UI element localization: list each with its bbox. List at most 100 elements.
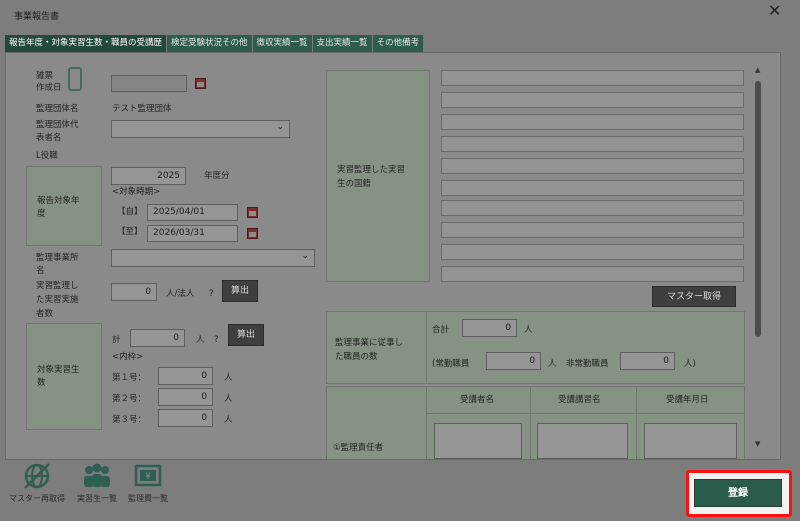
nationality-field[interactable] — [441, 244, 744, 260]
globe-icon — [24, 463, 50, 489]
total-label: 計 — [112, 335, 121, 345]
fulltime-input[interactable]: 0 — [486, 352, 541, 370]
calc-impl-button[interactable]: 算出 — [222, 280, 258, 302]
calendar-icon[interactable] — [247, 207, 258, 218]
impl-label: 実習監理し た実習実施 者数 — [36, 281, 79, 319]
col-date: 受講年月日 — [666, 395, 709, 405]
staff-label: 監理事業に従事し た職員の数 — [335, 338, 404, 362]
calendar-icon[interactable] — [247, 228, 258, 239]
divider — [426, 413, 745, 414]
no2-label: 第２号： — [112, 394, 147, 404]
no3-label: 第３号： — [112, 415, 147, 425]
help-icon[interactable]: ? — [214, 335, 219, 346]
rep-select[interactable]: ⌄ — [111, 120, 290, 138]
nationality-field[interactable] — [441, 158, 744, 174]
divider — [426, 311, 427, 384]
nationality-field[interactable] — [441, 92, 744, 108]
trainee-list-label: 実習生一覧 — [77, 494, 117, 503]
tab-expenses[interactable]: 支出実績一覧 — [312, 35, 372, 52]
person-unit: 人 — [524, 325, 533, 335]
tab-exam-status[interactable]: 検定受験状況その他 — [167, 35, 252, 52]
no2-input[interactable]: 0 — [158, 388, 213, 406]
nationality-field[interactable] — [441, 114, 744, 130]
person-unit: 人 — [548, 359, 557, 369]
doc-date-label: 雑票 作成日 — [36, 71, 62, 93]
people-icon — [84, 463, 110, 487]
impl-input[interactable]: 0 — [111, 283, 157, 301]
scroll-up-icon[interactable]: ▲ — [755, 66, 760, 74]
nationality-field[interactable] — [441, 266, 744, 282]
sum-input[interactable]: 0 — [462, 319, 517, 337]
close-icon[interactable]: ✕ — [768, 2, 781, 20]
scrollbar-thumb[interactable] — [755, 81, 761, 337]
person-unit: 人 — [224, 373, 233, 383]
fulltime-label: (常勤職員 — [432, 359, 470, 369]
form-panel: 雑票 作成日 監理団体名 テスト監理団体 監理団体代 表者名 ⌄ L役職 報告対… — [5, 52, 781, 460]
to-label: 【至】 — [117, 227, 143, 237]
fee-list-label: 監理費一覧 — [128, 494, 168, 503]
chevron-down-icon: ⌄ — [301, 251, 309, 261]
nationality-label: 実習監理した実習 生の国籍 — [337, 165, 406, 189]
divider — [636, 386, 637, 459]
calendar-icon[interactable] — [195, 78, 206, 89]
master-reload-button[interactable]: マスター再取得 — [4, 461, 70, 504]
report-year-box: 報告対象年 度 — [26, 166, 102, 246]
period-label: <対象時期> — [112, 187, 161, 197]
student-name-input[interactable] — [434, 423, 522, 459]
no1-label: 第１号： — [112, 373, 147, 383]
office-select[interactable]: ⌄ — [111, 249, 315, 267]
course-name-input[interactable] — [537, 423, 628, 459]
nationality-field[interactable] — [441, 136, 744, 152]
nationality-field[interactable] — [441, 180, 744, 196]
divider — [530, 386, 531, 459]
person-unit: 人 — [224, 415, 233, 425]
from-label: 【自】 — [117, 207, 143, 217]
svg-text:¥: ¥ — [145, 472, 151, 482]
rep-label: 監理団体代 表者名 — [36, 120, 79, 143]
tab-notes[interactable]: その他備考 — [372, 35, 424, 52]
window-title: 事業報告書 — [14, 12, 60, 22]
course-date-input[interactable] — [644, 423, 737, 459]
nationality-field[interactable] — [441, 200, 744, 216]
person-unit: 人 — [196, 335, 205, 345]
report-year-label: 報告対象年 度 — [37, 196, 80, 219]
org-name-value: テスト監理団体 — [112, 104, 172, 114]
total-input[interactable]: 0 — [130, 329, 185, 347]
doc-date-input[interactable] — [111, 75, 187, 92]
tab-report-year[interactable]: 報告年度・対象実習生数・職員の受講歴 — [5, 35, 167, 52]
calc-total-button[interactable]: 算出 — [228, 324, 264, 346]
phone-icon — [68, 67, 82, 91]
to-date-input[interactable]: 2026/03/31 — [147, 225, 238, 242]
chevron-down-icon: ⌄ — [276, 122, 284, 132]
scroll-down-icon[interactable]: ▼ — [755, 440, 760, 448]
org-name-label: 監理団体名 — [36, 104, 79, 114]
trainee-list-button[interactable]: 実習生一覧 — [70, 461, 124, 504]
nationality-field[interactable] — [441, 70, 744, 86]
staff-box: 監理事業に従事し た職員の数 — [326, 311, 745, 384]
breakdown-label: <内枠> — [112, 352, 144, 362]
master-reload-label: マスター再取得 — [9, 494, 65, 503]
register-button[interactable]: 登録 — [694, 479, 782, 507]
nationality-field[interactable] — [441, 222, 744, 238]
no3-input[interactable]: 0 — [158, 409, 213, 427]
no1-input[interactable]: 0 — [158, 367, 213, 385]
fee-list-button[interactable]: ¥ 監理費一覧 — [124, 461, 172, 504]
col-course: 受講講習名 — [558, 395, 601, 405]
year-suffix: 年度分 — [204, 171, 230, 181]
yen-icon: ¥ — [134, 464, 162, 487]
tab-collection[interactable]: 徴収実績一覧 — [252, 35, 312, 52]
impl-unit: 人/法人 — [166, 289, 195, 299]
parttime-input[interactable]: 0 — [620, 352, 675, 370]
master-fetch-button[interactable]: マスター取得 — [652, 286, 736, 307]
year-input[interactable]: 2025 — [111, 167, 186, 185]
close-paren: 人) — [684, 359, 696, 369]
office-label: 監理事業所 名 — [36, 253, 79, 276]
parttime-label: 非常勤職員 — [566, 359, 609, 369]
from-date-input[interactable]: 2025/04/01 — [147, 204, 238, 221]
role-label: L役職 — [36, 151, 58, 161]
nationality-box: 実習監理した実習 生の国籍 — [326, 70, 430, 282]
divider — [426, 386, 427, 459]
col-student: 受講者名 — [460, 395, 495, 405]
help-icon[interactable]: ? — [209, 289, 214, 300]
trainees-label: 対象実習生 数 — [37, 365, 80, 388]
